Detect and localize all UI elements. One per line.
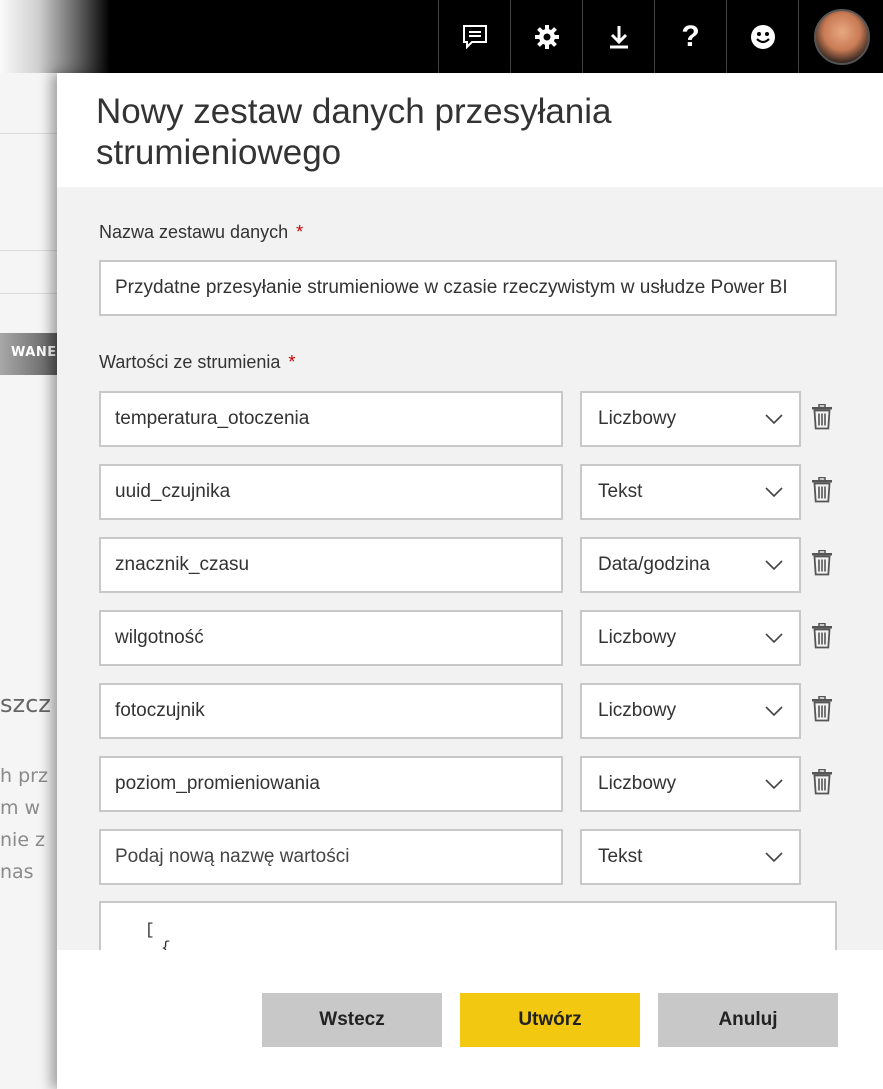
value-type-selected: Data/godzina [598,554,710,575]
trash-icon[interactable] [811,768,833,795]
help-button[interactable]: ? [654,0,726,73]
value-type-selected: Tekst [598,481,643,502]
chevron-down-icon [765,560,783,570]
trash-icon[interactable] [811,476,833,503]
trash-icon[interactable] [811,549,833,576]
stream-values-label: Wartości ze strumienia * [99,352,295,373]
stream-values-label-text: Wartości ze strumienia [99,352,281,372]
background-divider [0,133,60,134]
value-type-selected: Liczbowy [598,700,677,721]
avatar [814,8,870,65]
value-name-input[interactable]: wilgotność [99,610,563,666]
chevron-down-icon [765,706,783,716]
value-name-input[interactable]: fotoczujnik [99,683,563,739]
trash-icon[interactable] [811,403,833,430]
value-type-selected: Liczbowy [598,773,677,794]
background-text: szcz [0,690,51,718]
value-type-selected: Liczbowy [598,408,677,429]
panel-footer: Wstecz Utwórz Anuluj [57,950,883,1089]
help-icon: ? [681,19,700,53]
background-text: nas [0,861,34,883]
background-text: m w [0,797,41,819]
required-marker: * [296,222,304,242]
trash-icon[interactable] [811,695,833,722]
dataset-name-input[interactable]: Przydatne przesyłanie strumieniowe w cza… [99,260,837,316]
chevron-down-icon [765,414,783,424]
new-value-type-select[interactable]: Tekst [580,829,801,885]
value-type-select[interactable]: Liczbowy [580,610,801,666]
feedback-icon [462,24,487,49]
background-divider [0,293,60,294]
value-type-selected: Liczbowy [598,627,677,648]
header-toolbar: ? [438,0,883,73]
chevron-down-icon [765,779,783,789]
smiley-icon [750,24,775,49]
feedback-button[interactable] [438,0,510,73]
new-value-name-input[interactable]: Podaj nową nazwę wartości [99,829,563,885]
trash-icon[interactable] [811,622,833,649]
chevron-down-icon [765,487,783,497]
top-bar-fade [0,0,110,73]
value-name-input[interactable]: poziom_promieniowania [99,756,563,812]
json-preview-line: [ [145,921,155,939]
streaming-dataset-panel: Nowy zestaw danych przesyłania strumieni… [57,73,883,1089]
cancel-button[interactable]: Anuluj [658,993,838,1047]
dataset-name-label: Nazwa zestawu danych * [99,222,303,243]
background-tab: WANE [0,333,60,375]
create-button[interactable]: Utwórz [460,993,640,1047]
panel-title: Nowy zestaw danych przesyłania strumieni… [96,92,612,172]
value-type-select[interactable]: Liczbowy [580,391,801,447]
account-button[interactable] [798,0,883,73]
background-divider [0,250,60,251]
background-text: h prz [0,765,48,787]
value-type-select[interactable]: Liczbowy [580,683,801,739]
dataset-name-label-text: Nazwa zestawu danych [99,222,289,242]
value-name-input[interactable]: temperatura_otoczenia [99,391,563,447]
required-marker: * [288,352,296,372]
value-type-select[interactable]: Data/godzina [580,537,801,593]
background-tab-label: WANE [11,345,57,360]
value-type-select[interactable]: Tekst [580,464,801,520]
value-type-selected: Tekst [598,846,643,867]
value-name-input[interactable]: znacznik_czasu [99,537,563,593]
chevron-down-icon [765,633,783,643]
settings-button[interactable] [510,0,582,73]
value-type-select[interactable]: Liczbowy [580,756,801,812]
value-name-input[interactable]: uuid_czujnika [99,464,563,520]
feedback-smile-button[interactable] [726,0,798,73]
download-button[interactable] [582,0,654,73]
background-text: nie z [0,829,46,851]
chevron-down-icon [765,852,783,862]
download-icon [609,25,628,48]
gear-icon [534,24,559,49]
panel-header: Nowy zestaw danych przesyłania strumieni… [57,73,883,187]
back-button[interactable]: Wstecz [262,993,442,1047]
